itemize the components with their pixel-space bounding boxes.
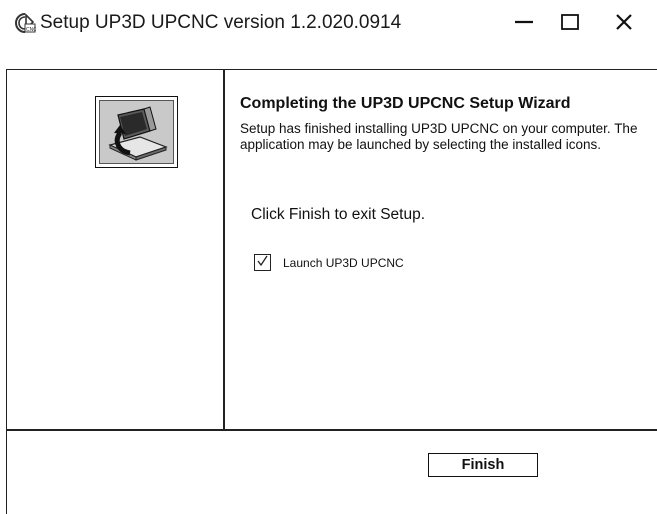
maximize-icon <box>559 11 581 38</box>
title-bar[interactable]: CNC Setup UP3D UPCNC version 1.2.020.091… <box>0 0 657 48</box>
maximize-button[interactable] <box>547 0 593 48</box>
banner-image <box>95 96 178 168</box>
minimize-icon <box>513 11 535 38</box>
checkmark-icon <box>256 254 269 272</box>
setup-window: CNC Setup UP3D UPCNC version 1.2.020.091… <box>0 0 657 514</box>
footer-divider <box>6 429 657 431</box>
launch-option[interactable]: Launch UP3D UPCNC <box>254 254 404 271</box>
finish-instruction: Click Finish to exit Setup. <box>251 206 426 223</box>
close-button[interactable] <box>601 0 647 48</box>
close-icon <box>613 11 635 38</box>
installer-computer-icon <box>100 106 173 163</box>
minimize-button[interactable] <box>501 0 547 48</box>
launch-checkbox-label[interactable]: Launch UP3D UPCNC <box>283 256 404 270</box>
completion-heading: Completing the UP3D UPCNC Setup Wizard <box>240 95 571 112</box>
completion-description: Setup has finished installing UP3D UPCNC… <box>240 121 638 152</box>
window-title: Setup UP3D UPCNC version 1.2.020.0914 <box>40 12 402 33</box>
launch-checkbox[interactable] <box>254 254 271 271</box>
banner-divider <box>223 69 225 430</box>
svg-text:CNC: CNC <box>26 27 36 33</box>
finish-button[interactable]: Finish <box>428 453 538 477</box>
upcnc-app-icon: CNC <box>14 12 37 34</box>
